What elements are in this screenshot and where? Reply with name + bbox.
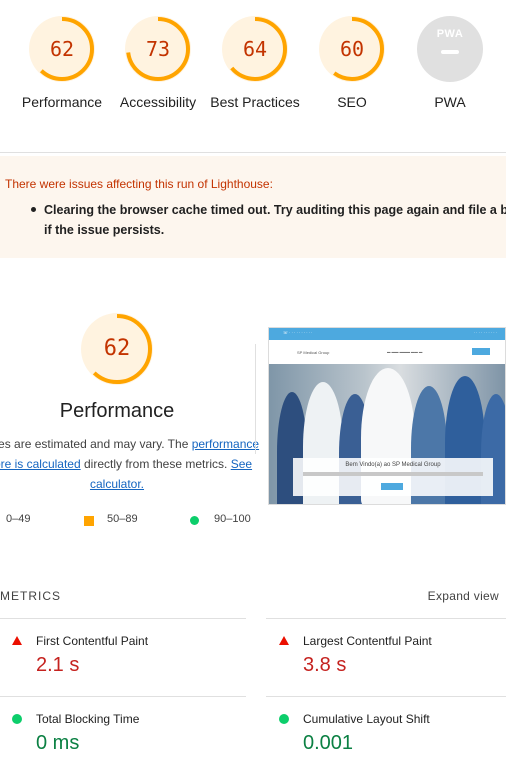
pwa-badge-icon: PWA bbox=[417, 16, 483, 82]
gauge-seo-label: SEO bbox=[337, 94, 367, 110]
metrics-header: METRICS bbox=[0, 589, 61, 603]
thumb-navlinks: ▬ ▬▬ ▬▬▬ ▬▬ ▬ bbox=[387, 350, 423, 354]
desc-middle: directly from these metrics. bbox=[80, 457, 231, 471]
gauge-performance[interactable]: 62 Performance bbox=[14, 16, 110, 112]
thumb-nav: SP Medical Group ▬ ▬▬ ▬▬▬ ▬▬ ▬ bbox=[269, 340, 505, 364]
gauge-accessibility-ring: 73 bbox=[125, 16, 191, 82]
average-square-icon bbox=[84, 516, 94, 526]
header-divider bbox=[0, 152, 506, 153]
gauge-best-practices-ring: 64 bbox=[222, 16, 288, 82]
performance-description: Values are estimated and may vary. The p… bbox=[0, 434, 274, 494]
bullet-icon bbox=[31, 207, 36, 212]
thumb-card-text bbox=[303, 472, 483, 476]
gauge-best-practices-score: 64 bbox=[242, 37, 268, 61]
thumb-nav-button bbox=[472, 348, 490, 355]
thumb-hero-image: Bem Vindo(a) ao SP Medical Group bbox=[269, 364, 505, 504]
pwa-badge-text: PWA bbox=[436, 28, 464, 40]
metric-name: First Contentful Paint bbox=[36, 634, 149, 648]
metrics-divider bbox=[0, 696, 246, 697]
fail-triangle-icon bbox=[12, 636, 22, 645]
metrics-divider bbox=[266, 696, 506, 697]
gauge-accessibility-score: 73 bbox=[145, 37, 171, 61]
metric-value: 0 ms bbox=[36, 732, 80, 754]
fail-triangle-icon bbox=[279, 636, 289, 645]
performance-score: 62 bbox=[103, 336, 131, 361]
score-legend: 0–49 50–89 90–100 bbox=[0, 513, 506, 529]
pass-circle-icon bbox=[12, 714, 22, 724]
thumb-topbar-text: ☏ · · · · · · · · · · bbox=[283, 330, 313, 335]
thumb-welcome-card: Bem Vindo(a) ao SP Medical Group bbox=[293, 458, 493, 496]
expand-view-toggle[interactable]: Expand view bbox=[428, 589, 499, 603]
gauge-best-practices-label: Best Practices bbox=[210, 94, 300, 110]
gauge-performance-ring: 62 bbox=[29, 16, 95, 82]
desc-prefix: Values are estimated and may vary. The bbox=[0, 437, 189, 451]
pwa-dash-icon bbox=[441, 50, 459, 54]
gauge-pwa-label: PWA bbox=[434, 94, 466, 110]
legend-pass-label: 90–100 bbox=[214, 513, 251, 525]
thumb-card-button bbox=[381, 483, 403, 490]
thumb-topbar-text-right: · · · · · · · · · · bbox=[473, 330, 497, 335]
metric-name: Largest Contentful Paint bbox=[303, 634, 432, 648]
metrics-divider bbox=[0, 618, 246, 619]
thumb-card-title: Bem Vindo(a) ao SP Medical Group bbox=[345, 462, 441, 468]
thumb-logo: SP Medical Group bbox=[297, 350, 330, 355]
warning-box: There were issues affecting this run of … bbox=[0, 156, 506, 258]
metric-name: Cumulative Layout Shift bbox=[303, 712, 430, 726]
gauge-performance-label: Performance bbox=[21, 94, 103, 110]
thumb-topbar: ☏ · · · · · · · · · · · · · · · · · · · … bbox=[269, 328, 505, 340]
gauge-seo-ring: 60 bbox=[319, 16, 385, 82]
gauge-accessibility[interactable]: 73 Accessibility bbox=[110, 16, 206, 112]
gauge-seo-score: 60 bbox=[339, 37, 365, 61]
pass-circle-icon bbox=[279, 714, 289, 724]
performance-title: Performance bbox=[59, 400, 175, 422]
gauge-accessibility-label: Accessibility bbox=[119, 94, 197, 110]
legend-average-label: 50–89 bbox=[107, 513, 138, 525]
metric-value: 2.1 s bbox=[36, 654, 80, 676]
metric-value: 3.8 s bbox=[303, 654, 347, 676]
gauge-best-practices[interactable]: 64 Best Practices bbox=[207, 16, 303, 112]
gauge-seo[interactable]: 60 SEO bbox=[304, 16, 400, 112]
legend-fail-label: 0–49 bbox=[6, 513, 31, 525]
page-screenshot-thumbnail[interactable]: ☏ · · · · · · · · · · · · · · · · · · · … bbox=[268, 327, 506, 505]
category-gauges: 62 Performance 73 Accessibility 64 Best … bbox=[0, 0, 506, 152]
metric-value: 0.001 bbox=[303, 732, 354, 754]
metric-name: Total Blocking Time bbox=[36, 712, 140, 726]
warning-item: Clearing the browser cache timed out. Tr… bbox=[44, 203, 506, 237]
gauge-pwa[interactable]: PWA PWA bbox=[402, 16, 498, 112]
pass-circle-icon bbox=[190, 516, 199, 525]
warning-title: There were issues affecting this run of … bbox=[5, 177, 273, 191]
vertical-divider bbox=[255, 344, 256, 454]
metrics-divider bbox=[266, 618, 506, 619]
performance-gauge: 62 bbox=[81, 313, 153, 385]
gauge-performance-score: 62 bbox=[49, 37, 75, 61]
